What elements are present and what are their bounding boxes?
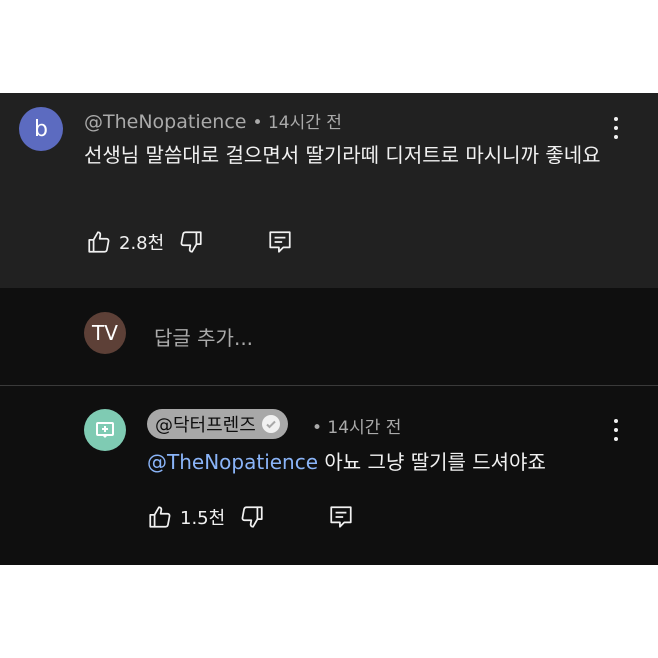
timestamp: • 14시간 전 (252, 113, 342, 133)
more-options-icon[interactable] (613, 117, 619, 139)
comment-meta: @TheNopatience • 14시간 전 (84, 108, 342, 133)
avatar-initials: TV (92, 321, 118, 345)
mention-link[interactable]: @TheNopatience (147, 450, 318, 474)
reply-timestamp: • 14시간 전 (312, 418, 402, 438)
comments-panel: b @TheNopatience • 14시간 전 선생님 말씀대로 걸으면서 … (0, 93, 658, 565)
comment-text: 선생님 말씀대로 걸으면서 딸기라떼 디저트로 마시니까 좋네요 (84, 143, 601, 167)
divider (0, 385, 658, 386)
like-count: 2.8천 (119, 233, 165, 254)
like-icon[interactable] (86, 229, 112, 255)
reply-icon[interactable] (267, 229, 293, 255)
reply-actions: 1.5천 (147, 504, 354, 530)
reply-text: @TheNopatience 아뇨 그냥 딸기를 드셔야죠 (147, 446, 617, 478)
dislike-icon[interactable] (239, 504, 265, 530)
like-icon[interactable] (147, 504, 173, 530)
author-avatar[interactable]: b (19, 107, 63, 151)
top-comment: b @TheNopatience • 14시간 전 선생님 말씀대로 걸으면서 … (0, 93, 658, 288)
author-name[interactable]: @TheNopatience (84, 111, 246, 133)
verified-check-icon (261, 415, 280, 433)
add-reply-row[interactable]: TV 답글 추가... (0, 288, 658, 385)
avatar-letter: b (34, 116, 48, 142)
creator-name: @닥터프렌즈 (155, 415, 256, 436)
creator-badge[interactable]: @닥터프렌즈 (147, 409, 288, 439)
reply-input[interactable]: 답글 추가... (154, 322, 253, 351)
reply-body: 아뇨 그냥 딸기를 드셔야죠 (318, 450, 546, 474)
user-avatar: TV (84, 312, 126, 354)
dislike-icon[interactable] (178, 229, 204, 255)
creator-avatar[interactable] (84, 409, 126, 451)
reply-more-options-icon[interactable] (613, 419, 619, 441)
reply-icon[interactable] (328, 504, 354, 530)
like-count: 1.5천 (180, 508, 226, 529)
comment-actions: 2.8천 (86, 229, 293, 255)
medical-icon (96, 422, 114, 438)
